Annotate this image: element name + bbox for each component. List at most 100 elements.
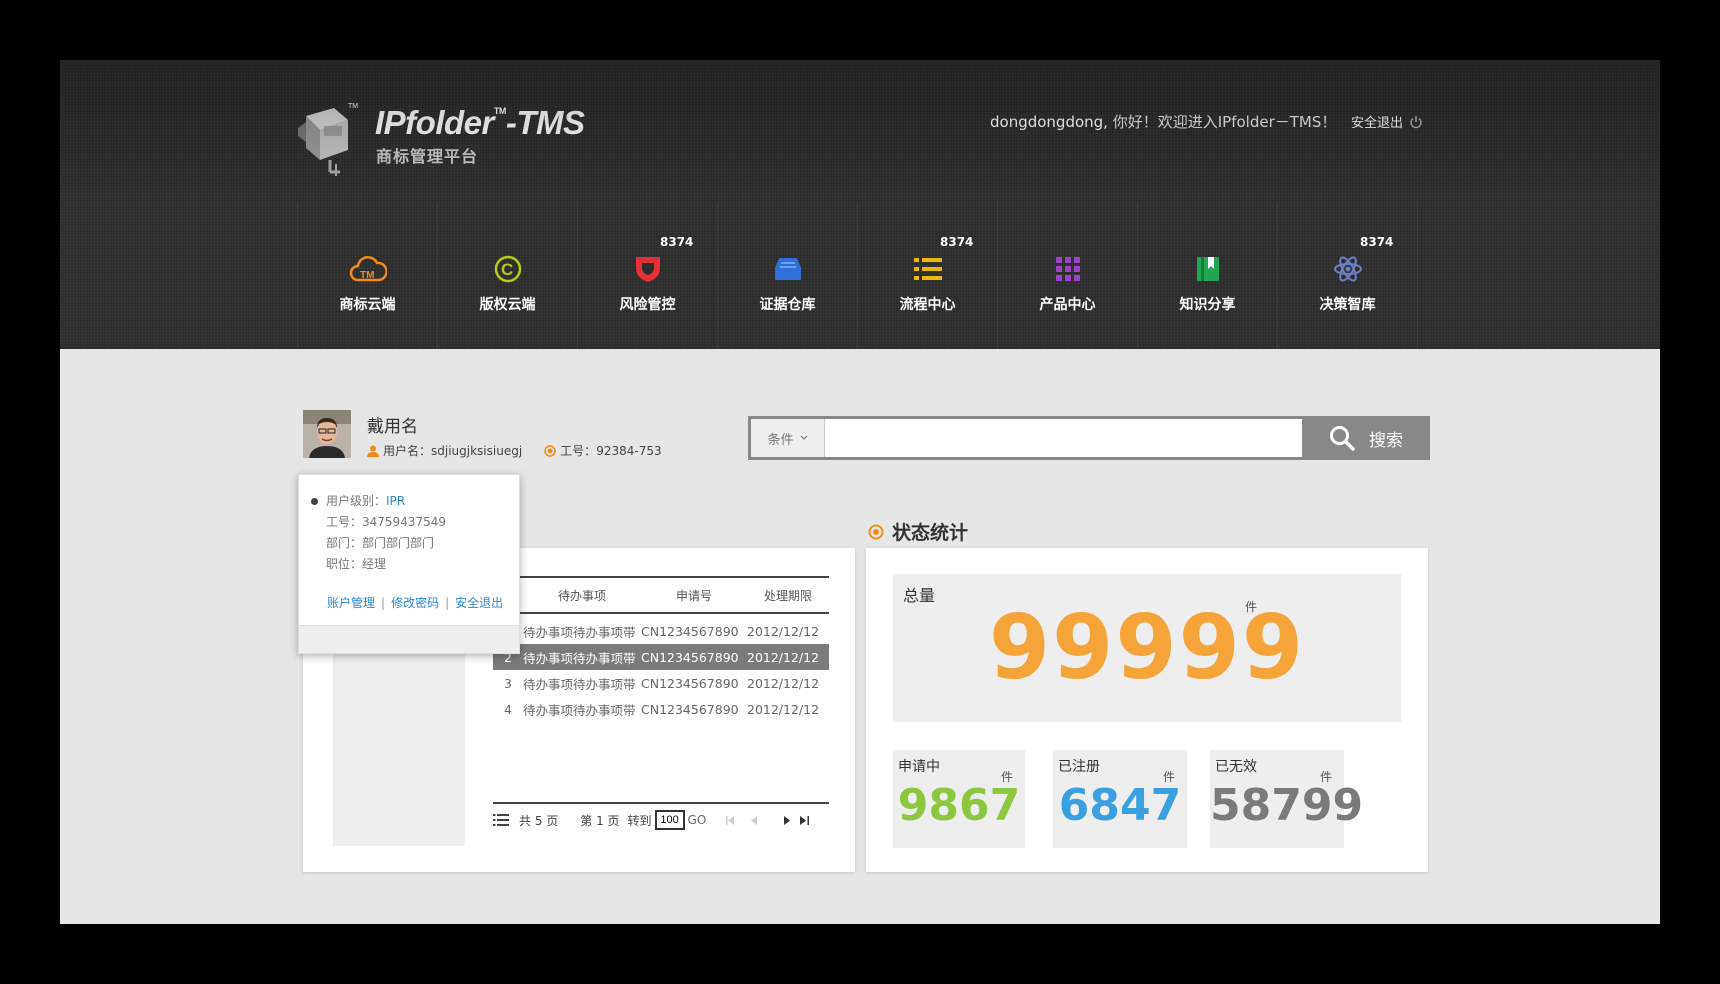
nav-item-knowledge-share[interactable]: 知识分享: [1138, 202, 1278, 349]
row-number: 4: [504, 701, 512, 717]
table-header: 待办事项 申请号 处理期限: [493, 576, 829, 614]
copyright-icon: C: [494, 255, 521, 283]
stats-title-label: 状态统计: [892, 522, 969, 544]
brand-title: IPfolderTM-TMS: [375, 104, 585, 141]
row-todo-item: 待办事项待办事项带: [523, 676, 636, 692]
row-todo-item: 待办事项待办事项带: [523, 702, 636, 718]
chevron-down-icon: [800, 435, 807, 440]
power-icon: [1410, 115, 1422, 128]
search-condition-select[interactable]: 条件: [751, 419, 825, 457]
stats-title: 状态统计: [868, 518, 968, 545]
target-icon: [544, 444, 556, 457]
row-app-number: CN1234567890: [641, 675, 739, 691]
first-page-button[interactable]: [722, 815, 738, 825]
current-page: 第 1 页: [580, 813, 620, 828]
user-level-value: IPR: [386, 494, 406, 508]
dropdown-logout-link[interactable]: 安全退出: [455, 596, 503, 610]
total-value: 99999: [988, 596, 1306, 699]
nav-item-risk-control[interactable]: 风险管控 8374: [578, 202, 718, 349]
dropdown-links: 账户管理 | 修改密码 | 安全退出: [327, 596, 504, 610]
row-deadline: 2012/12/12: [747, 701, 820, 717]
table-row[interactable]: 1待办事项待办事项带CN12345678902012/12/12: [493, 618, 829, 644]
avatar[interactable]: [303, 410, 351, 458]
search-condition-label: 条件: [767, 432, 794, 448]
first-page-icon: [725, 815, 734, 825]
main-nav: TM 商标云端 C 版权云端 风险管控 8374 证据仓库 流程中心 8374 …: [297, 202, 1418, 349]
list-view-icon[interactable]: [493, 813, 509, 827]
col-header-item: 待办事项: [557, 588, 606, 603]
atom-icon: [1333, 256, 1362, 282]
header: TM IPfolderTM-TMS 商标管理平台 dongdongdong, 你…: [60, 60, 1660, 349]
nav-item-product-center[interactable]: 产品中心: [998, 202, 1138, 349]
row-app-number: CN1234567890: [641, 701, 739, 717]
stat-value-pending: 9867: [897, 780, 1021, 831]
nav-item-process-center[interactable]: 流程中心 8374: [858, 202, 998, 349]
total-card: 总量 件 99999: [893, 574, 1401, 722]
last-page-button[interactable]: [796, 815, 812, 825]
brand-subtitle: 商标管理平台: [376, 147, 479, 166]
user-staff-row: 工号：34759437549: [326, 515, 446, 529]
logout-button[interactable]: 安全退出: [1351, 112, 1423, 131]
user-info: 用户名： sdjiugjksisiuegj 工号： 92384-753: [367, 442, 662, 459]
col-header-appno: 申请号: [675, 588, 712, 603]
nav-badge-process: 8374: [940, 235, 974, 249]
change-password-link[interactable]: 修改密码: [391, 596, 439, 610]
user-position-row: 职位：经理: [326, 557, 387, 571]
prev-page-button[interactable]: [746, 815, 762, 825]
col-header-deadline: 处理期限: [763, 588, 812, 603]
go-button[interactable]: GO: [688, 813, 707, 827]
goto-page-input[interactable]: [654, 810, 685, 830]
user-dropdown: 用户级别：IPR 工号：34759437549 部门：部门部门部门 职位：经理 …: [298, 474, 520, 654]
username-label: 用户名：: [383, 444, 432, 458]
row-todo-item: 待办事项待办事项带: [523, 624, 636, 640]
user-dept-row: 部门：部门部门部门: [326, 536, 435, 550]
nav-badge-decision: 8374: [1360, 235, 1394, 249]
todo-table: 待办事项 申请号 处理期限 1待办事项待办事项带CN12345678902012…: [493, 576, 829, 722]
stat-card-registered: 已注册 件 6847: [1053, 750, 1187, 848]
row-app-number: CN1234567890: [641, 649, 739, 665]
search-icon: [1330, 426, 1355, 451]
device-frame: TM IPfolderTM-TMS 商标管理平台 dongdongdong, 你…: [0, 0, 1720, 984]
book-icon: [1196, 257, 1219, 281]
user-icon: [367, 445, 379, 457]
table-row[interactable]: 4 待办事项待办事项带 CN1234567890 2012/12/12: [493, 696, 829, 722]
row-number: 3: [504, 675, 512, 691]
total-pages: 共 5 页: [519, 813, 559, 828]
welcome-message: 你好！欢迎进入IPfolder－TMS！: [1112, 113, 1337, 131]
tm-cloud-icon: TM: [349, 256, 387, 282]
nav-item-decision-think-tank[interactable]: 决策智库 8374: [1278, 202, 1418, 349]
search-input[interactable]: [825, 419, 1302, 457]
welcome-text: dongdongdong, 你好！欢迎进入IPfolder－TMS！: [990, 111, 1336, 132]
search-button-label: 搜索: [1369, 430, 1403, 451]
row-deadline: 2012/12/12: [747, 649, 820, 665]
user-photo-icon: [303, 410, 351, 458]
stat-card-invalid: 已无效 件 58799: [1210, 750, 1363, 848]
table-row[interactable]: 2 待办事项待办事项带 CN1234567890 2012/12/12: [493, 644, 829, 670]
search-box: 条件: [748, 416, 1302, 460]
nav-item-evidence-warehouse[interactable]: 证据仓库: [718, 202, 858, 349]
bullet-icon: [311, 498, 318, 505]
user-detail-list: 用户级别：IPR 工号：34759437549 部门：部门部门部门 职位：经理: [326, 491, 446, 575]
target-icon: [868, 524, 884, 539]
staffno-value: 92384-753: [596, 443, 662, 458]
svg-text:C: C: [501, 260, 513, 279]
row-deadline: 2012/12/12: [747, 675, 820, 691]
table-row[interactable]: 3 待办事项待办事项带 CN1234567890 2012/12/12: [493, 670, 829, 696]
next-page-button[interactable]: [778, 815, 794, 825]
dropdown-footer: [299, 625, 519, 653]
welcome-username: dongdongdong,: [990, 113, 1108, 131]
inbox-icon: [774, 258, 801, 280]
logo-cube-icon: TM: [298, 103, 358, 176]
next-page-icon: [783, 815, 790, 825]
last-page-icon: [799, 815, 809, 825]
nav-item-copyright-cloud[interactable]: C 版权云端: [438, 202, 578, 349]
nav-item-trademark-cloud[interactable]: TM 商标云端: [298, 202, 438, 349]
search-button[interactable]: 搜索: [1302, 416, 1430, 460]
goto-label: 转到: [627, 813, 652, 828]
account-manage-link[interactable]: 账户管理: [327, 596, 375, 610]
nav-badge-risk: 8374: [660, 235, 694, 249]
user-level-row: 用户级别：IPR: [326, 494, 406, 508]
pagination: 共 5 页 第 1 页 转到 GO: [493, 802, 829, 836]
app-window: TM IPfolderTM-TMS 商标管理平台 dongdongdong, 你…: [60, 60, 1660, 924]
svg-text:TM: TM: [348, 103, 358, 110]
